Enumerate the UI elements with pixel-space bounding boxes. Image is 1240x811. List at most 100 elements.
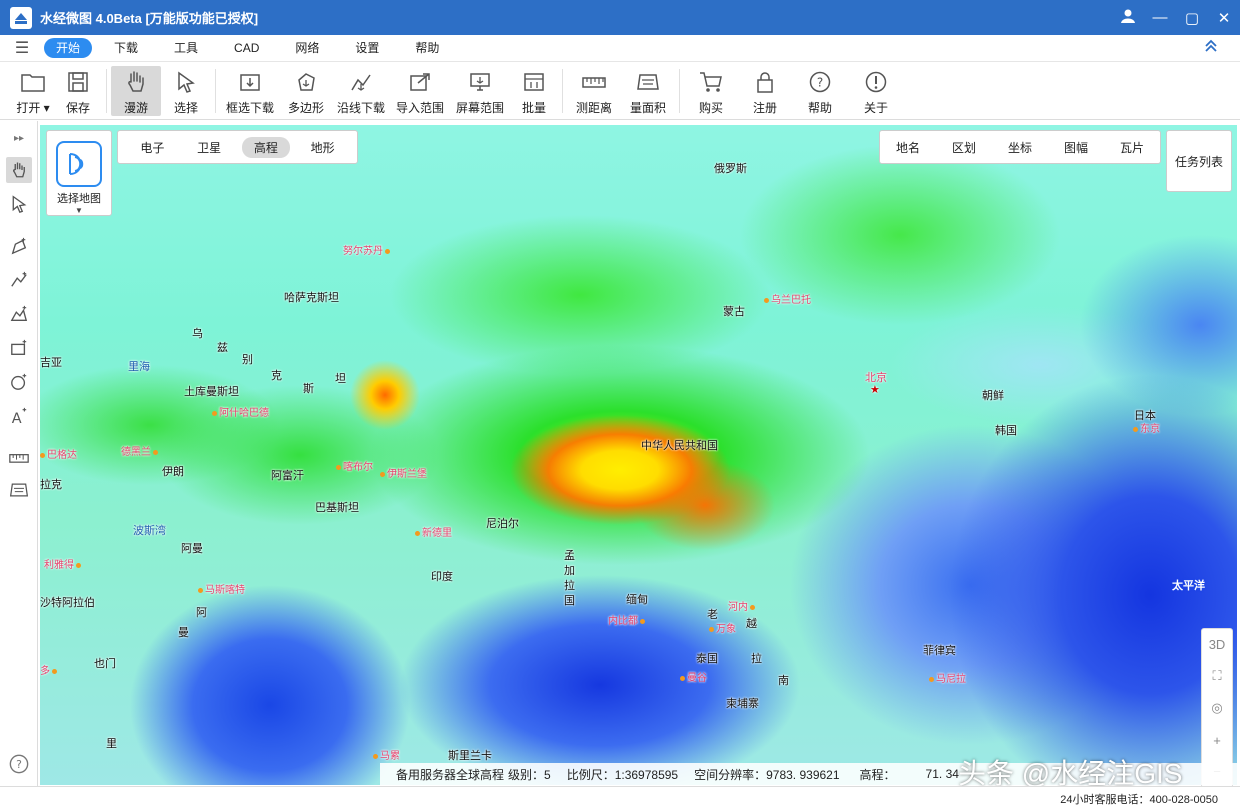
maximize-button[interactable]: ▢ — [1176, 9, 1208, 27]
map-city-label: 河内 — [728, 598, 755, 613]
map-source-selector[interactable]: 选择地图 ▼ — [46, 130, 112, 216]
map-city-label: 曼谷 — [680, 669, 707, 684]
map-type-terrain[interactable]: 地形 — [299, 137, 347, 158]
map-type-tabs: 电子 卫星 高程 地形 — [117, 130, 358, 164]
svg-text:A: A — [12, 411, 22, 425]
map-label-country: 里 — [106, 738, 117, 750]
measure-distance-button[interactable]: 测距离 — [567, 66, 621, 116]
map-city-label: 伊斯兰堡 — [380, 465, 427, 480]
map-label-country: 阿曼 — [181, 543, 203, 555]
map-label-country-vertical: 孟加拉国 — [564, 550, 575, 607]
select-button[interactable]: 选择 — [161, 66, 211, 116]
map-label-country: 越 — [746, 618, 757, 630]
layer-map-sheets[interactable]: 图幅 — [1064, 139, 1088, 156]
app-logo-icon — [10, 6, 32, 29]
map-label-country: 沙特阿拉伯 — [40, 597, 95, 609]
map-selector-label: 选择地图 — [57, 193, 101, 205]
zoom-in-button[interactable]: + — [1213, 733, 1221, 748]
svg-text:?: ? — [817, 75, 823, 89]
map-label-country: 蒙古 — [723, 306, 745, 318]
draw-area-icon[interactable] — [6, 301, 32, 327]
open-label: 打开 — [16, 100, 41, 115]
open-button[interactable]: 打开 ▾ — [12, 66, 54, 116]
map-source-logo-icon — [56, 141, 102, 187]
menu-cad[interactable]: CAD — [220, 38, 273, 58]
draw-text-icon[interactable]: A — [6, 403, 32, 429]
elevation-map[interactable]: 俄罗斯 哈萨克斯坦 蒙古 中华人民共和国 朝鲜 韩国 日本 土库曼斯坦 伊朗 阿… — [40, 125, 1237, 785]
map-label-country: 俄罗斯 — [714, 163, 747, 175]
user-icon[interactable] — [1112, 8, 1144, 28]
batch-icon — [521, 70, 547, 94]
map-label-char: 曼 — [178, 627, 189, 639]
map-city-label: 万象 — [709, 620, 736, 635]
select-tool-icon[interactable] — [6, 191, 32, 217]
help-label: 帮助 — [807, 100, 832, 115]
layer-tiles[interactable]: 瓦片 — [1120, 139, 1144, 156]
help-circle-icon[interactable]: ? — [6, 751, 32, 777]
measure-area-tool-icon[interactable] — [6, 477, 32, 503]
locate-icon[interactable]: ◎ — [1211, 700, 1222, 716]
menu-tools[interactable]: 工具 — [160, 38, 212, 58]
line-download-button[interactable]: 沿线下载 — [332, 66, 390, 116]
map-city-label: 新德里 — [415, 524, 452, 539]
menu-settings[interactable]: 设置 — [341, 38, 393, 58]
expand-sidebar-icon[interactable]: ▸▸ — [6, 129, 32, 147]
draw-rectangle-icon[interactable] — [6, 335, 32, 361]
map-city-label: 马尼拉 — [929, 670, 966, 685]
map-city-label: 德黑兰 — [121, 443, 158, 458]
map-type-satellite[interactable]: 卫星 — [185, 137, 233, 158]
map-source-text: 备用服务器全球高程 — [396, 767, 505, 782]
polygon-button[interactable]: 多边形 — [280, 66, 332, 116]
batch-label: 批量 — [521, 100, 546, 115]
cart-icon — [698, 70, 724, 94]
screen-range-button[interactable]: 屏幕范围 — [450, 66, 510, 116]
map-city-label: 阿什哈巴德 — [212, 404, 269, 419]
batch-button[interactable]: 批量 — [510, 66, 558, 116]
layer-boundaries[interactable]: 区划 — [952, 139, 976, 156]
import-range-button[interactable]: 导入范围 — [390, 66, 450, 116]
map-type-elevation[interactable]: 高程 — [241, 136, 290, 158]
menu-help[interactable]: 帮助 — [401, 38, 453, 58]
select-label: 选择 — [173, 100, 198, 115]
svg-text:?: ? — [16, 758, 22, 771]
help-button[interactable]: ? 帮助 — [792, 66, 848, 116]
pan-button[interactable]: 漫游 — [111, 65, 161, 116]
layer-coordinates[interactable]: 坐标 — [1008, 139, 1032, 156]
map-ocean-label: 太平洋 — [1172, 580, 1205, 592]
pan-tool-icon[interactable] — [6, 157, 32, 183]
draw-line-icon[interactable] — [6, 267, 32, 293]
menu-download[interactable]: 下载 — [100, 38, 152, 58]
elevation-label: 高程： — [859, 767, 896, 782]
close-button[interactable]: ✕ — [1208, 9, 1240, 27]
task-list-button[interactable]: 任务列表 — [1166, 130, 1232, 192]
minimize-button[interactable]: — — [1144, 9, 1176, 26]
folder-icon — [20, 70, 46, 94]
collapse-ribbon-icon[interactable] — [1204, 39, 1218, 56]
layer-place-names[interactable]: 地名 — [896, 139, 920, 156]
register-button[interactable]: 注册 — [738, 66, 792, 116]
about-button[interactable]: 关于 — [848, 66, 904, 116]
draw-marker-icon[interactable] — [6, 233, 32, 259]
map-city-label: 乌兰巴托 — [764, 291, 811, 306]
map-label-char: 别 — [242, 354, 253, 366]
box-download-button[interactable]: 框选下载 — [220, 66, 280, 116]
fullscreen-icon[interactable]: ⛶ — [1212, 668, 1221, 684]
save-button[interactable]: 保存 — [54, 66, 102, 116]
import-range-label: 导入范围 — [395, 100, 444, 115]
map-type-electronic[interactable]: 电子 — [128, 137, 176, 158]
map-label-country: 缅甸 — [626, 594, 648, 606]
measure-area-button[interactable]: 量面积 — [621, 66, 675, 116]
map-city-label: 喀布尔 — [336, 458, 373, 473]
measure-distance-tool-icon[interactable] — [6, 445, 32, 471]
hamburger-menu-icon[interactable]: ☰ — [0, 38, 44, 58]
map-label-country: 韩国 — [995, 425, 1017, 437]
menu-start[interactable]: 开始 — [44, 38, 93, 58]
buy-button[interactable]: 购买 — [684, 66, 738, 116]
map-label-country: 巴基斯坦 — [315, 502, 359, 514]
layer-toggle-bar: 地名 区划 坐标 图幅 瓦片 — [879, 130, 1161, 164]
measure-area-label: 量面积 — [629, 100, 666, 115]
3d-toggle-button[interactable]: 3D — [1209, 637, 1226, 652]
draw-circle-icon[interactable] — [6, 369, 32, 395]
menu-network[interactable]: 网络 — [281, 38, 333, 58]
polygon-label: 多边形 — [287, 100, 324, 115]
